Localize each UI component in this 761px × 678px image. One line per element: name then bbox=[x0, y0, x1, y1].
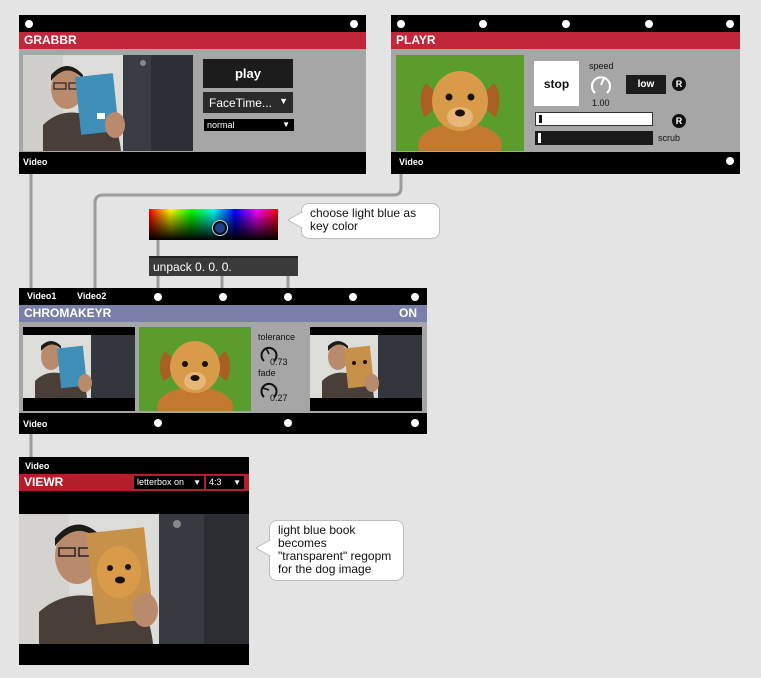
fade-label: fade bbox=[258, 368, 276, 378]
reset-position-button[interactable]: R bbox=[672, 114, 686, 128]
playr-outlet[interactable] bbox=[726, 157, 734, 165]
unpack-object[interactable]: unpack 0. 0. 0. bbox=[149, 256, 298, 276]
chroma-input1-preview bbox=[23, 327, 135, 411]
chevron-down-icon: ▼ bbox=[193, 478, 201, 487]
fade-value: 0.27 bbox=[270, 393, 288, 403]
color-note-callout: choose light blue as key color bbox=[301, 203, 440, 239]
viewr-input-label[interactable]: Video bbox=[25, 461, 49, 471]
grabbr-module: GRABBR play FaceTime... ▼ normal ▼ Video bbox=[19, 15, 366, 174]
speed-value: 1.00 bbox=[592, 98, 610, 108]
aspect-menu-value: 4:3 bbox=[209, 477, 222, 487]
playr-module: PLAYR stop speed 1.00 low R R scrub Vide… bbox=[391, 15, 740, 174]
chromakeyr-inlet-4[interactable] bbox=[219, 293, 227, 301]
play-button[interactable]: play bbox=[203, 59, 293, 88]
tolerance-label: tolerance bbox=[258, 332, 296, 342]
scrub-slider[interactable] bbox=[535, 131, 653, 145]
speed-dial[interactable] bbox=[589, 73, 613, 97]
playr-inlet-4[interactable] bbox=[645, 20, 653, 28]
scrub-label: scrub bbox=[658, 133, 681, 143]
playr-inlet-1[interactable] bbox=[397, 20, 405, 28]
movie-preview bbox=[396, 55, 524, 151]
position-handle bbox=[539, 115, 542, 123]
playr-output-label: Video bbox=[399, 157, 424, 167]
chromakeyr-input-video1[interactable]: Video1 bbox=[27, 291, 56, 301]
quality-button[interactable]: low bbox=[626, 75, 666, 94]
color-picker-cursor bbox=[213, 221, 227, 235]
playr-title: PLAYR bbox=[391, 32, 740, 49]
mode-menu[interactable]: normal ▼ bbox=[204, 119, 294, 131]
playr-inlet-3[interactable] bbox=[562, 20, 570, 28]
chevron-down-icon: ▼ bbox=[279, 96, 288, 106]
grabbr-title: GRABBR bbox=[19, 32, 366, 49]
device-menu-value: FaceTime... bbox=[209, 95, 272, 110]
stop-button[interactable]: stop bbox=[534, 61, 579, 106]
chromakeyr-inlet-3[interactable] bbox=[154, 293, 162, 301]
callout-pointer bbox=[256, 540, 271, 556]
letterbox-menu-value: letterbox on bbox=[137, 477, 185, 487]
chromakeyr-output-label: Video bbox=[23, 419, 48, 429]
chromakeyr-outlet-3[interactable] bbox=[284, 419, 292, 427]
playr-inlet-2[interactable] bbox=[479, 20, 487, 28]
chevron-down-icon: ▼ bbox=[282, 120, 290, 129]
speed-label: speed bbox=[589, 61, 614, 71]
mode-menu-value: normal bbox=[207, 120, 235, 130]
viewr-output bbox=[19, 514, 249, 644]
letterbox-menu[interactable]: letterbox on ▼ bbox=[134, 476, 204, 489]
chromakeyr-inlet-6[interactable] bbox=[349, 293, 357, 301]
chromakeyr-input-video2[interactable]: Video2 bbox=[77, 291, 106, 301]
webcam-preview bbox=[23, 55, 193, 151]
tolerance-value: 0.73 bbox=[270, 357, 288, 367]
chevron-down-icon: ▼ bbox=[233, 478, 241, 487]
callout-pointer bbox=[288, 212, 303, 228]
scrub-handle bbox=[538, 133, 541, 143]
chromakeyr-title: CHROMAKEYR bbox=[19, 305, 427, 322]
chromakeyr-outlet-4[interactable] bbox=[411, 419, 419, 427]
viewr-module: Video VIEWR letterbox on ▼ 4:3 ▼ bbox=[19, 457, 249, 665]
chromakeyr-inlet-5[interactable] bbox=[284, 293, 292, 301]
chromakeyr-module: Video1 Video2 CHROMAKEYR ON tolerance 0.… bbox=[19, 288, 427, 434]
playr-inlet-5[interactable] bbox=[726, 20, 734, 28]
position-bar[interactable] bbox=[535, 112, 653, 126]
result-note-callout: light blue book becomes "transparent" re… bbox=[269, 520, 404, 581]
device-menu[interactable]: FaceTime... ▼ bbox=[203, 92, 293, 113]
color-picker[interactable] bbox=[149, 209, 278, 240]
grabbr-output-label: Video bbox=[23, 157, 48, 167]
chroma-output-preview bbox=[310, 327, 422, 411]
chromakeyr-status[interactable]: ON bbox=[399, 305, 417, 322]
grabbr-inlet-2[interactable] bbox=[350, 20, 358, 28]
unpack-label: unpack 0. 0. 0. bbox=[153, 260, 232, 274]
reset-speed-button[interactable]: R bbox=[672, 77, 686, 91]
aspect-menu[interactable]: 4:3 ▼ bbox=[206, 476, 244, 489]
grabbr-inlet[interactable] bbox=[25, 20, 33, 28]
chroma-input2-preview bbox=[139, 327, 251, 411]
chromakeyr-inlet-7[interactable] bbox=[411, 293, 419, 301]
chromakeyr-outlet-2[interactable] bbox=[154, 419, 162, 427]
